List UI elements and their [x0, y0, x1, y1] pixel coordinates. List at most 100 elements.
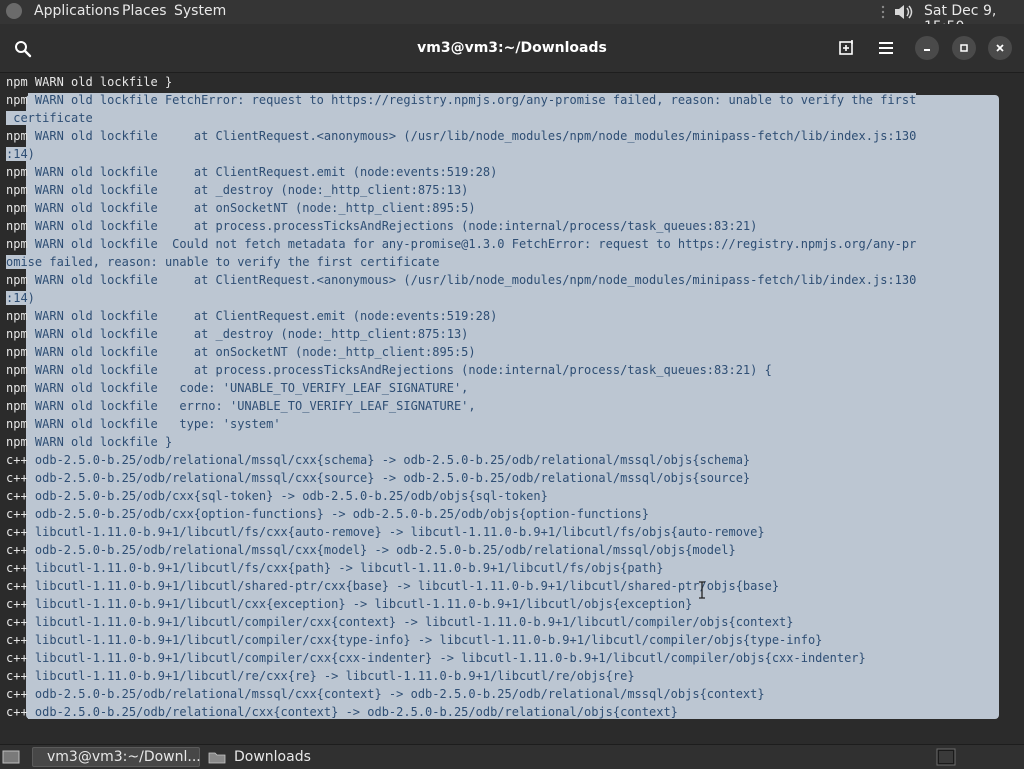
terminal-line-prefix: npm: [6, 93, 28, 107]
terminal-line-prefix: c++: [6, 561, 28, 575]
menu-applications[interactable]: Applications: [34, 3, 120, 19]
taskbar-item-label: vm3@vm3:~/Downl...: [47, 749, 201, 765]
terminal-line: certificate: [6, 109, 1018, 127]
minimize-button[interactable]: [915, 36, 939, 60]
terminal-line-prefix: npm: [6, 435, 28, 449]
terminal-line: c++ libcutl-1.11.0-b.9+1/libcutl/fs/cxx{…: [6, 523, 1018, 541]
text-cursor-icon: [697, 581, 707, 603]
terminal-line-text: odb-2.5.0-b.25/odb/relational/mssql/cxx{…: [27, 687, 765, 701]
terminal-line: npm WARN old lockfile at process.process…: [6, 217, 1018, 235]
terminal-line-prefix: npm: [6, 327, 28, 341]
terminal-line-prefix: :14): [6, 147, 35, 161]
terminal-line-text: libcutl-1.11.0-b.9+1/libcutl/re/cxx{re} …: [27, 669, 635, 683]
terminal-line-prefix: npm: [6, 129, 28, 143]
terminal-line-text: WARN old lockfile at onSocketNT (node:_h…: [27, 345, 476, 359]
terminal-line-text: WARN old lockfile at ClientRequest.<anon…: [27, 273, 917, 287]
terminal-line-text: WARN old lockfile type: 'system': [27, 417, 281, 431]
terminal-line-prefix: npm: [6, 399, 28, 413]
terminal-line: c++ odb-2.5.0-b.25/odb/relational/mssql/…: [6, 451, 1018, 469]
terminal-line: npm WARN old lockfile at ClientRequest.<…: [6, 127, 1018, 145]
terminal-line-prefix: c++: [6, 633, 28, 647]
terminal-line-text: libcutl-1.11.0-b.9+1/libcutl/fs/cxx{path…: [27, 561, 664, 575]
terminal-line-prefix: c++: [6, 525, 28, 539]
terminal-line-text: WARN old lockfile at process.processTick…: [27, 219, 758, 233]
maximize-button[interactable]: [952, 36, 976, 60]
terminal-line-text: libcutl-1.11.0-b.9+1/libcutl/compiler/cx…: [27, 615, 794, 629]
terminal-line-prefix: c++: [6, 615, 28, 629]
panel-separator-icon: [880, 4, 886, 20]
terminal-line: npm WARN old lockfile at process.process…: [6, 361, 1018, 379]
menu-system[interactable]: System: [174, 3, 226, 19]
terminal-line-text: odb-2.5.0-b.25/odb/relational/mssql/cxx{…: [27, 453, 751, 467]
terminal-line-text: odb-2.5.0-b.25/odb/relational/mssql/cxx{…: [27, 543, 736, 557]
terminal-line: c++ odb-2.5.0-b.25/odb/relational/mssql/…: [6, 541, 1018, 559]
terminal-line-text: libcutl-1.11.0-b.9+1/libcutl/shared-ptr/…: [27, 579, 780, 593]
terminal-line-prefix: c++: [6, 507, 28, 521]
terminal-line-prefix: c++: [6, 687, 28, 701]
terminal-line: c++ libcutl-1.11.0-b.9+1/libcutl/compile…: [6, 649, 1018, 667]
terminal-line-prefix: npm: [6, 165, 28, 179]
taskbar-item-terminal[interactable]: vm3@vm3:~/Downl...: [32, 747, 201, 767]
terminal-line-text: WARN old lockfile Could not fetch metada…: [27, 237, 917, 251]
hamburger-menu-icon[interactable]: [876, 37, 898, 59]
terminal-line-prefix: c++: [6, 471, 28, 485]
window-titlebar[interactable]: vm3@vm3:~/Downloads: [0, 24, 1024, 73]
close-button[interactable]: [988, 36, 1012, 60]
close-icon: [996, 44, 1004, 52]
terminal-line: npm WARN old lockfile type: 'system': [6, 415, 1018, 433]
terminal-line-prefix: npm: [6, 273, 28, 287]
terminal-line-text: libcutl-1.11.0-b.9+1/libcutl/cxx{excepti…: [27, 597, 693, 611]
terminal-line-prefix: npm: [6, 183, 28, 197]
terminal-line: c++ libcutl-1.11.0-b.9+1/libcutl/compile…: [6, 613, 1018, 631]
workspace-switcher-icon[interactable]: [936, 747, 958, 767]
terminal-line-prefix: c++: [6, 453, 28, 467]
terminal-line-prefix: npm: [6, 345, 28, 359]
terminal-line-prefix: :14): [6, 291, 35, 305]
terminal-line-prefix: c++: [6, 579, 28, 593]
terminal-line-prefix: npm: [6, 219, 28, 233]
terminal-line-text: WARN old lockfile }: [27, 435, 173, 449]
terminal-line-prefix: npm WARN old lockfile }: [6, 75, 173, 89]
new-tab-icon[interactable]: [836, 37, 858, 59]
taskbar-item-downloads[interactable]: Downloads: [204, 747, 364, 767]
terminal-line-prefix: npm: [6, 417, 28, 431]
terminal-line-prefix: npm: [6, 363, 28, 377]
terminal-line: c++ libcutl-1.11.0-b.9+1/libcutl/cxx{exc…: [6, 595, 1018, 613]
terminal-line-text: WARN old lockfile at _destroy (node:_htt…: [27, 183, 469, 197]
terminal-line-text: odb-2.5.0-b.25/odb/relational/mssql/cxx{…: [27, 471, 751, 485]
terminal-line: npm WARN old lockfile at ClientRequest.e…: [6, 307, 1018, 325]
volume-icon[interactable]: [893, 2, 915, 26]
terminal-line: npm WARN old lockfile code: 'UNABLE_TO_V…: [6, 379, 1018, 397]
terminal-line-prefix: npm: [6, 381, 28, 395]
terminal-line-text: WARN old lockfile code: 'UNABLE_TO_VERIF…: [27, 381, 469, 395]
top-panel: Applications Places System Sat Dec 9, 15…: [0, 0, 1024, 35]
terminal-line-prefix: c++: [6, 597, 28, 611]
taskbar-item-label: Downloads: [234, 749, 311, 765]
terminal-line-prefix: npm: [6, 309, 28, 323]
terminal-line: c++ odb-2.5.0-b.25/odb/cxx{sql-token} ->…: [6, 487, 1018, 505]
terminal-line-prefix: c++: [6, 669, 28, 683]
minimize-icon: [924, 49, 930, 51]
terminal-text[interactable]: npm WARN old lockfile } npm WARN old lock…: [6, 73, 1018, 721]
terminal-line-text: WARN old lockfile errno: 'UNABLE_TO_VERI…: [27, 399, 476, 413]
terminal-line: :14): [6, 289, 1018, 307]
show-desktop-icon[interactable]: [2, 747, 24, 767]
terminal-line-text: WARN old lockfile at ClientRequest.<anon…: [27, 129, 917, 143]
terminal-line-prefix: c++: [6, 489, 28, 503]
terminal-line: c++ libcutl-1.11.0-b.9+1/libcutl/fs/cxx{…: [6, 559, 1018, 577]
menu-places[interactable]: Places: [122, 3, 167, 19]
window-title: vm3@vm3:~/Downloads: [417, 40, 607, 56]
terminal-line: :14): [6, 145, 1018, 163]
terminal-output[interactable]: npm WARN old lockfile } npm WARN old lock…: [0, 73, 1024, 739]
terminal-line-text: libcutl-1.11.0-b.9+1/libcutl/fs/cxx{auto…: [27, 525, 765, 539]
terminal-line-text: WARN old lockfile FetchError: request to…: [27, 93, 917, 107]
app-menu-logo-icon[interactable]: [6, 3, 22, 19]
terminal-line-text: omise failed, reason: unable to verify t…: [6, 255, 440, 269]
terminal-line: c++ odb-2.5.0-b.25/odb/cxx{option-functi…: [6, 505, 1018, 523]
terminal-line-text: WARN old lockfile at _destroy (node:_htt…: [27, 327, 469, 341]
terminal-line-text: libcutl-1.11.0-b.9+1/libcutl/compiler/cx…: [27, 633, 823, 647]
terminal-line: npm WARN old lockfile at onSocketNT (nod…: [6, 199, 1018, 217]
terminal-line-text: certificate: [6, 111, 93, 125]
terminal-line: c++ libcutl-1.11.0-b.9+1/libcutl/shared-…: [6, 577, 1018, 595]
terminal-line: omise failed, reason: unable to verify t…: [6, 253, 1018, 271]
